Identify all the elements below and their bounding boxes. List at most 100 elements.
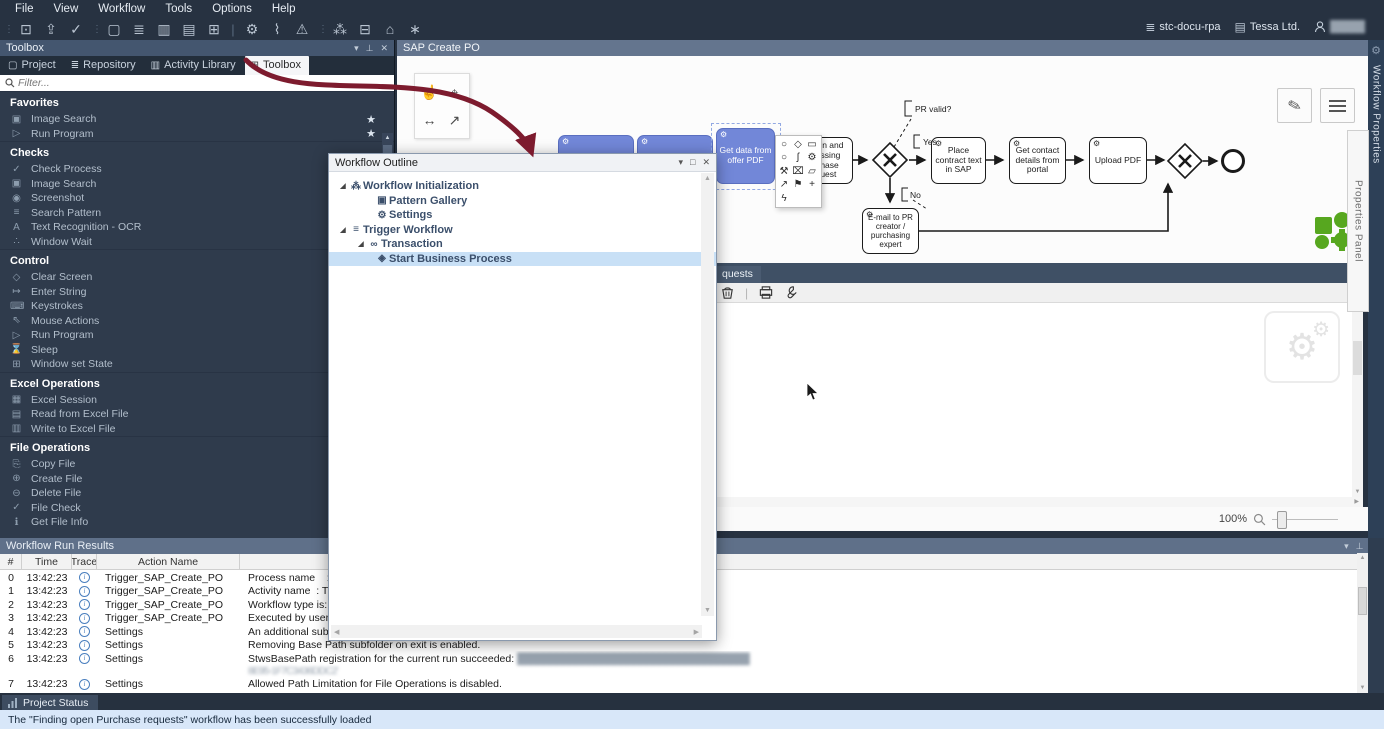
- rect-icon[interactable]: ▭: [805, 138, 819, 151]
- new-file-icon[interactable]: ▢: [105, 19, 123, 39]
- document-icon[interactable]: ▤: [180, 19, 198, 39]
- column-header-time[interactable]: Time: [22, 554, 72, 569]
- path-icon[interactable]: ʃ: [791, 151, 805, 164]
- scroll-thumb[interactable]: [1358, 587, 1367, 615]
- workflow-properties-tab[interactable]: Workflow Properties: [1371, 65, 1382, 164]
- close-icon[interactable]: ✕: [702, 157, 710, 168]
- circle-icon[interactable]: ○: [777, 138, 791, 151]
- table-row[interactable]: 713:42:23iSettingsAllowed Path Limitatio…: [0, 677, 1384, 691]
- upload-icon[interactable]: ⇪: [42, 19, 60, 39]
- style-brush-button[interactable]: ✎: [1277, 88, 1312, 123]
- tab-project[interactable]: ▢Project: [2, 56, 64, 75]
- scroll-up-icon[interactable]: ▲: [382, 133, 393, 141]
- wrench-icon[interactable]: [784, 285, 799, 300]
- column-header-trace[interactable]: Trace: [72, 554, 97, 569]
- tab-repository[interactable]: ≣Repository: [65, 56, 144, 75]
- close-icon[interactable]: ✕: [380, 43, 388, 54]
- zoom-slider[interactable]: [1272, 511, 1338, 527]
- column-header-[interactable]: #: [0, 554, 22, 569]
- properties-panel-tab[interactable]: Properties Panel: [1347, 130, 1369, 312]
- pin-icon[interactable]: ⊥: [1356, 541, 1364, 552]
- tab-project-status[interactable]: Project Status: [2, 695, 98, 710]
- report-icon[interactable]: ⚠: [293, 19, 311, 39]
- plus-icon[interactable]: +: [805, 178, 819, 191]
- bpmn-task-email[interactable]: ⚙ E-mail to PR creator / purchasing expe…: [862, 208, 919, 254]
- table-row[interactable]: 613:42:23iSettingsStwsBasePath registrat…: [0, 651, 1384, 677]
- diamond-icon[interactable]: ◇: [791, 138, 805, 151]
- repository-icon[interactable]: ≣: [130, 19, 148, 39]
- expander-icon[interactable]: ◢: [337, 226, 349, 234]
- scroll-down-icon[interactable]: ▼: [1357, 685, 1368, 691]
- bpmn-task-place-contract[interactable]: ⚙ Place contract text in SAP: [931, 137, 986, 184]
- menu-workflow[interactable]: Workflow: [89, 2, 154, 16]
- bookmark-icon[interactable]: ⚑: [791, 178, 805, 191]
- column-header-action-name[interactable]: Action Name: [97, 554, 240, 569]
- outline-title-bar[interactable]: Workflow Outline ▾ □ ✕: [329, 154, 716, 172]
- scroll-right-icon[interactable]: ▶: [1354, 498, 1359, 505]
- circle-o-icon[interactable]: ○: [777, 151, 791, 164]
- home-icon[interactable]: ⌂: [381, 19, 399, 39]
- tab-toolbox[interactable]: ⊞Toolbox: [245, 56, 309, 75]
- connector-tool-icon[interactable]: ↗: [442, 106, 467, 134]
- settings-icon[interactable]: ⚙: [243, 19, 261, 39]
- tree-item-start-business-process[interactable]: ◈Start Business Process: [329, 252, 716, 267]
- scroll-up-icon[interactable]: ▲: [1357, 553, 1368, 561]
- outline-vertical-scrollbar[interactable]: ▲ ▼: [701, 173, 714, 616]
- activity-run-program[interactable]: ▷Run Program★: [0, 127, 394, 142]
- export-icon[interactable]: ↗: [777, 178, 791, 191]
- lightning-icon[interactable]: ϟ: [777, 192, 791, 205]
- pin-icon[interactable]: ⊥: [366, 43, 374, 54]
- tree-item-workflow-initialization[interactable]: ◢⁂Workflow Initialization: [329, 179, 716, 194]
- activity-library-icon[interactable]: ▥: [155, 19, 173, 39]
- maximize-icon[interactable]: □: [690, 157, 695, 168]
- sitemap-icon[interactable]: ⁂: [331, 19, 349, 39]
- trash-icon[interactable]: ⌧: [791, 165, 805, 178]
- expander-icon[interactable]: ◢: [337, 182, 349, 190]
- zoom-slider-thumb[interactable]: [1277, 511, 1287, 529]
- attach-icon[interactable]: ⌇: [268, 19, 286, 39]
- tree-item-settings[interactable]: ⚙Settings: [329, 208, 716, 223]
- tab-activity-library[interactable]: ▥Activity Library: [145, 56, 244, 75]
- hand-tool-icon[interactable]: ☝: [417, 78, 442, 106]
- validate-icon[interactable]: ✓: [67, 19, 85, 39]
- printer-icon[interactable]: [758, 285, 774, 300]
- save-icon[interactable]: ⊡: [17, 19, 35, 39]
- minimize-icon[interactable]: ▾: [678, 157, 683, 168]
- results-scrollbar[interactable]: ▲ ▼: [1357, 553, 1368, 693]
- panel-menu-icon[interactable]: ▾: [354, 43, 359, 54]
- favorite-star-icon[interactable]: ★: [366, 113, 376, 126]
- canvas-menu-button[interactable]: [1320, 88, 1355, 123]
- scroll-down-icon[interactable]: ▼: [1352, 489, 1363, 495]
- workflow-outline-window[interactable]: Workflow Outline ▾ □ ✕ ◢⁂Workflow Initia…: [328, 153, 717, 641]
- tree-item-pattern-gallery[interactable]: ▣Pattern Gallery: [329, 194, 716, 209]
- menu-tools[interactable]: Tools: [156, 2, 201, 16]
- filter-input[interactable]: [18, 76, 394, 90]
- menu-file[interactable]: File: [6, 2, 43, 16]
- menu-view[interactable]: View: [45, 2, 88, 16]
- lower-vertical-scrollbar[interactable]: ▲ ▼: [1352, 303, 1363, 497]
- wrench-icon[interactable]: ⚒: [777, 165, 791, 178]
- bpmn-task-get-contact[interactable]: ⚙ Get contact details from portal: [1009, 137, 1066, 184]
- menu-options[interactable]: Options: [203, 2, 261, 16]
- monitor-icon[interactable]: ⊟: [356, 19, 374, 39]
- tree-item-transaction[interactable]: ◢∞Transaction: [329, 237, 716, 252]
- tree-item-trigger-workflow[interactable]: ◢≡Trigger Workflow: [329, 223, 716, 238]
- bpmn-task-get-data[interactable]: ⚙ Get data from offer PDF: [716, 128, 775, 184]
- space-tool-icon[interactable]: ↔: [417, 106, 442, 134]
- scroll-down-icon[interactable]: ▼: [701, 607, 714, 614]
- scroll-up-icon[interactable]: ▲: [701, 173, 714, 182]
- trash-icon[interactable]: [720, 285, 735, 300]
- scroll-right-icon[interactable]: ▶: [694, 628, 699, 636]
- bpmn-task-upload-pdf[interactable]: ⚙ Upload PDF: [1089, 137, 1147, 184]
- activity-image-search[interactable]: ▣Image Search★: [0, 112, 394, 127]
- asterisk-icon[interactable]: ∗: [406, 19, 424, 39]
- scroll-left-icon[interactable]: ◀: [334, 628, 339, 636]
- outline-horizontal-scrollbar[interactable]: ◀ ▶: [331, 625, 702, 638]
- select-tool-icon[interactable]: ⌖: [442, 78, 467, 106]
- gears-icon[interactable]: ⚙: [805, 151, 819, 164]
- tab-finding-open-purchase-requests[interactable]: quests: [714, 266, 761, 283]
- panel-menu-icon[interactable]: ▾: [1344, 541, 1349, 552]
- menu-help[interactable]: Help: [263, 2, 305, 16]
- package-icon[interactable]: ⊞: [205, 19, 223, 39]
- expander-icon[interactable]: ◢: [355, 240, 367, 248]
